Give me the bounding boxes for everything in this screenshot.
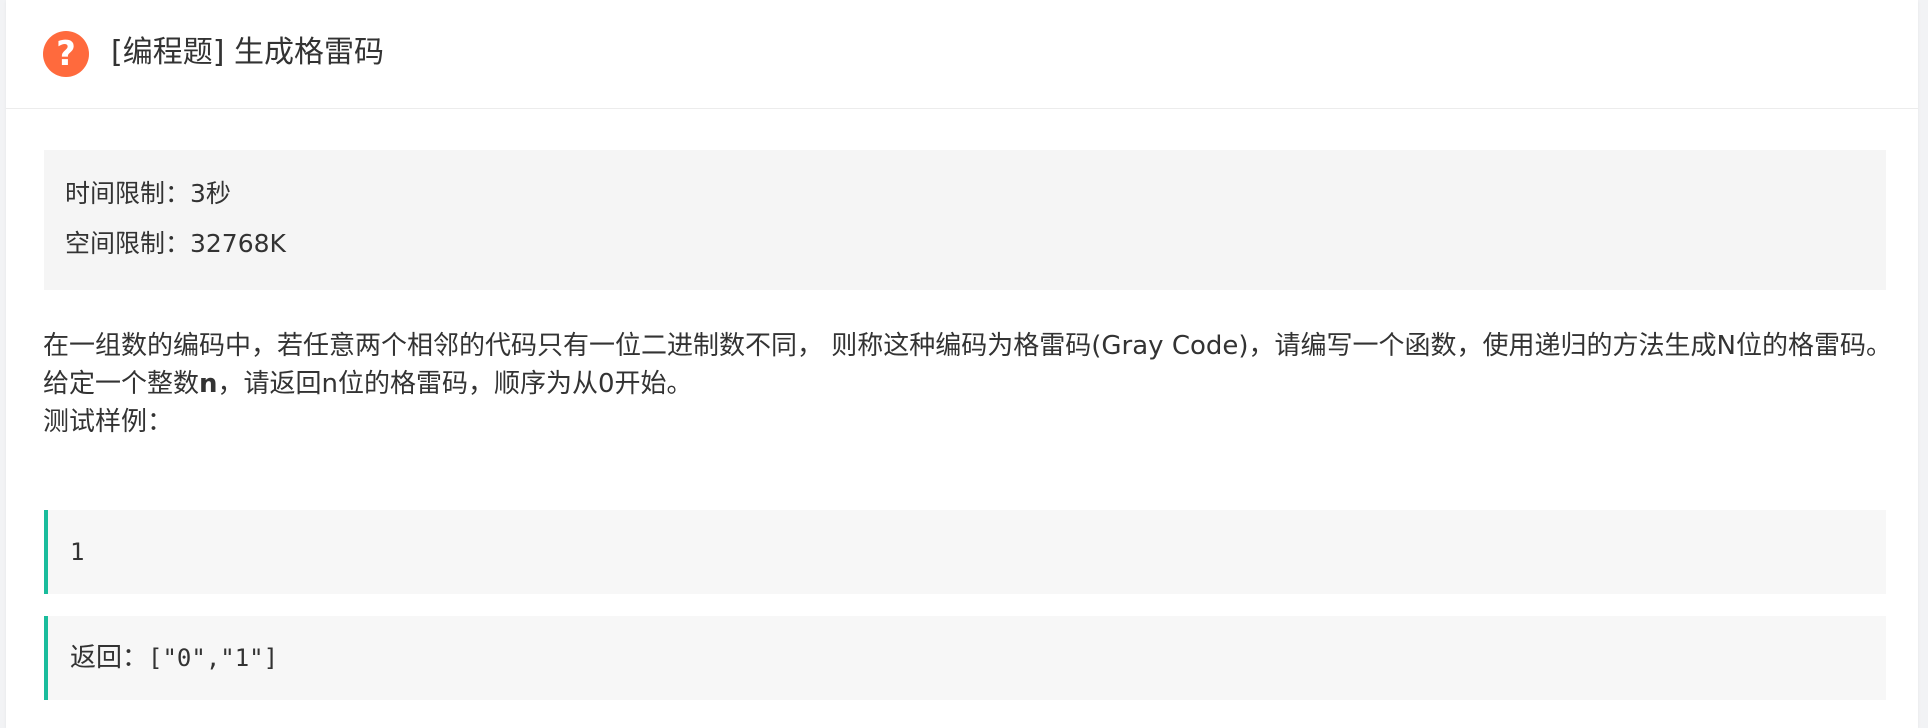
- problem-title: [编程题] 生成格雷码: [111, 35, 384, 70]
- memory-limit: 空间限制：32768K: [65, 229, 286, 258]
- problem-card: ? [编程题] 生成格雷码 时间限制：3秒 空间限制：32768K 在一组数的编…: [6, 0, 1918, 728]
- desc-text-after: ，请返回n位的格雷码，顺序为从0开始。: [217, 369, 693, 399]
- desc-text-before: 给定一个整数: [43, 369, 200, 399]
- question-circle-icon: ?: [43, 31, 89, 77]
- sample-output-block: 返回：["0","1"]: [44, 616, 1886, 700]
- description-paragraph-3: 测试样例：: [43, 407, 174, 437]
- return-value: ["0","1"]: [148, 644, 279, 672]
- sample-input-block: 1: [44, 510, 1886, 594]
- sample-output: 返回：["0","1"]: [70, 640, 278, 676]
- limits-panel: 时间限制：3秒 空间限制：32768K: [44, 150, 1886, 290]
- problem-header: ? [编程题] 生成格雷码: [6, 0, 1918, 109]
- description-paragraph-2: 给定一个整数n，请返回n位的格雷码，顺序为从0开始。: [43, 365, 1893, 403]
- description-paragraph-1: 在一组数的编码中，若任意两个相邻的代码只有一位二进制数不同， 则称这种编码为格雷…: [43, 331, 1892, 361]
- desc-bold-n: n: [199, 369, 218, 399]
- return-label: 返回：: [70, 643, 149, 673]
- time-limit: 时间限制：3秒: [65, 179, 231, 208]
- problem-description: 在一组数的编码中，若任意两个相邻的代码只有一位二进制数不同， 则称这种编码为格雷…: [43, 327, 1893, 441]
- sample-input: 1: [70, 538, 85, 566]
